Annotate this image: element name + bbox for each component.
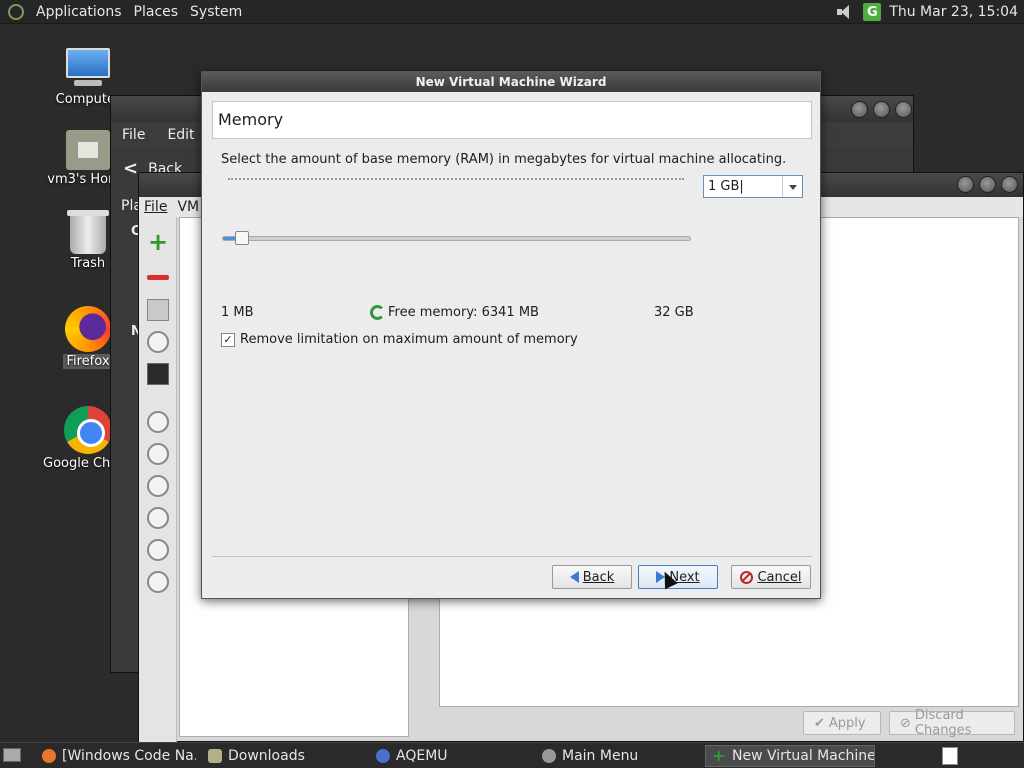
refresh-icon[interactable]: [370, 305, 385, 320]
memory-size-value[interactable]: 1 GB|: [704, 176, 782, 197]
button-separator: [212, 556, 812, 557]
task-new-vm-wizard[interactable]: + New Virtual Machine...: [705, 745, 875, 767]
applications-menu[interactable]: Applications: [30, 4, 128, 20]
distro-logo-icon[interactable]: [8, 3, 24, 20]
add-vm-icon[interactable]: +: [147, 230, 169, 254]
firefox-icon: [65, 306, 111, 352]
places-menu[interactable]: Places: [128, 4, 185, 20]
bottom-taskbar: [Windows Code Na... Downloads AQEMU Main…: [0, 742, 1024, 768]
cancel-icon: [740, 570, 754, 584]
free-memory-indicator: Free memory: 6341 MB: [370, 305, 539, 320]
delete-vm-icon[interactable]: [147, 275, 169, 280]
terminal-icon[interactable]: [147, 363, 169, 385]
play-icon[interactable]: [147, 411, 169, 433]
minimize-button[interactable]: [851, 101, 868, 118]
chrome-icon: [64, 406, 112, 454]
desktop-icon-label: Firefox: [63, 354, 113, 369]
stop-icon[interactable]: [147, 507, 169, 529]
separator-dotted: [228, 178, 684, 180]
panel-menu: Applications Places System: [30, 0, 248, 24]
menu-editor-icon: [542, 749, 556, 763]
page-title: Memory: [212, 101, 812, 139]
computer-icon: [64, 46, 112, 90]
slider-handle[interactable]: [235, 231, 249, 245]
memory-description: Select the amount of base memory (RAM) i…: [221, 152, 787, 167]
back-button[interactable]: Back: [552, 565, 632, 589]
system-tray: G Thu Mar 23, 15:04: [835, 0, 1020, 24]
discard-changes-button[interactable]: ⊘ Discard Changes: [889, 708, 1015, 738]
cancel-button[interactable]: Cancel: [731, 565, 811, 589]
free-memory-label: Free memory: 6341 MB: [388, 305, 539, 320]
cancel-icon: ⊘: [900, 715, 911, 731]
remove-limit-label[interactable]: Remove limitation on maximum amount of m…: [240, 332, 578, 347]
top-panel: Applications Places System G Thu Mar 23,…: [0, 0, 1024, 24]
apply-bar: ✔ Apply ⊘ Discard Changes: [803, 708, 1015, 738]
memory-slider[interactable]: [222, 231, 691, 245]
show-desktop-icon[interactable]: [3, 748, 21, 762]
menu-edit[interactable]: Edit: [156, 127, 205, 143]
task-downloads[interactable]: Downloads: [202, 745, 362, 767]
clock[interactable]: Thu Mar 23, 15:04: [889, 4, 1020, 20]
minimize-button[interactable]: [957, 176, 974, 193]
next-button[interactable]: Next: [638, 565, 718, 589]
clock-icon[interactable]: [147, 331, 169, 353]
close-button[interactable]: [1001, 176, 1018, 193]
trash-icon: [67, 210, 109, 254]
save-state-icon[interactable]: [147, 571, 169, 593]
maximize-button[interactable]: [873, 101, 890, 118]
menu-vm[interactable]: VM: [172, 199, 204, 215]
memory-size-combobox[interactable]: 1 GB|: [703, 175, 803, 198]
new-vm-wizard-dialog[interactable]: New Virtual Machine Wizard Memory Select…: [201, 71, 821, 599]
firefox-icon: [42, 749, 56, 763]
remove-limit-option[interactable]: ✓ Remove limitation on maximum amount of…: [221, 332, 578, 347]
volume-icon[interactable]: [835, 4, 855, 20]
close-button[interactable]: [895, 101, 912, 118]
add-vm-icon: +: [712, 746, 726, 765]
power-icon[interactable]: [147, 475, 169, 497]
reset-icon[interactable]: [147, 539, 169, 561]
chevron-down-icon[interactable]: [782, 176, 802, 197]
tray-app-icon[interactable]: G: [863, 3, 882, 21]
system-menu[interactable]: System: [184, 4, 248, 20]
remove-limit-checkbox[interactable]: ✓: [221, 332, 235, 347]
pause-icon[interactable]: [147, 443, 169, 465]
workspace-switcher-icon[interactable]: [942, 747, 958, 765]
drive-icon[interactable]: [147, 299, 169, 321]
aqemu-icon: [376, 749, 390, 763]
home-folder-icon: [66, 130, 110, 170]
maximize-button[interactable]: [979, 176, 996, 193]
menu-file[interactable]: File: [139, 199, 172, 215]
max-memory-label: 32 GB: [654, 305, 694, 320]
task-main-menu[interactable]: Main Menu: [536, 745, 696, 767]
task-aqemu[interactable]: AQEMU: [370, 745, 530, 767]
dialog-title[interactable]: New Virtual Machine Wizard: [202, 72, 820, 92]
vm-toolbar: +: [139, 217, 177, 743]
min-memory-label: 1 MB: [221, 305, 254, 320]
task-windows-code[interactable]: [Windows Code Na...: [36, 745, 196, 767]
folder-icon: [208, 749, 222, 763]
back-arrow-icon: <: [123, 158, 139, 179]
menu-file[interactable]: File: [111, 127, 156, 143]
apply-button[interactable]: ✔ Apply: [803, 711, 881, 735]
check-icon: ✔: [814, 715, 825, 731]
back-arrow-icon: [569, 571, 579, 583]
